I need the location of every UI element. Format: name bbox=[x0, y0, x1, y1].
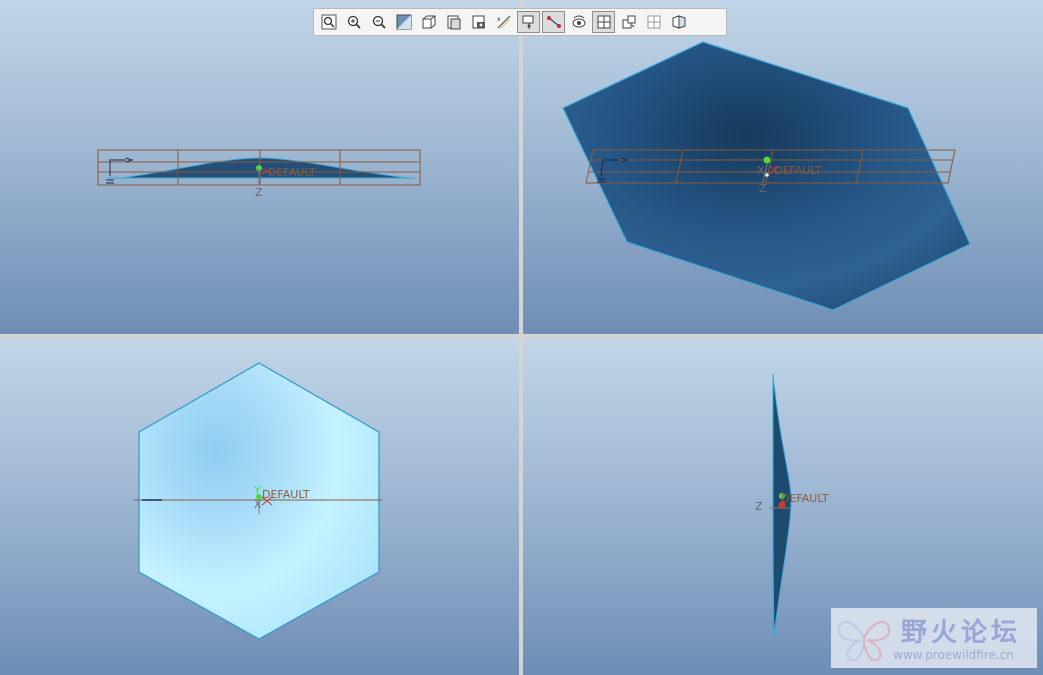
axis-z-label: Z bbox=[759, 182, 767, 195]
csys-label: DEFAULT bbox=[268, 166, 316, 179]
saved-views-icon bbox=[422, 15, 435, 29]
view-section-button[interactable] bbox=[667, 11, 690, 33]
refit-icon bbox=[321, 14, 336, 30]
coordinate-systems-icon bbox=[572, 15, 585, 28]
coordinate-systems-button[interactable] bbox=[567, 11, 590, 33]
datum-planes-button[interactable]: x bbox=[492, 11, 515, 33]
viewport-bottom-left[interactable]: DEFAULT Y X bbox=[0, 338, 519, 675]
watermark-url: www.proewildfire.cn bbox=[893, 648, 1014, 662]
axis-z-label: Z bbox=[255, 186, 263, 199]
display-style-button[interactable] bbox=[442, 11, 465, 33]
viewport-top-left[interactable]: DEFAULT Z bbox=[0, 0, 519, 334]
datum-points-button[interactable] bbox=[542, 11, 565, 33]
view-section-icon bbox=[672, 15, 685, 29]
datum-planes-icon: x bbox=[497, 15, 510, 29]
model-window: DEFAULT Z DEFAULT X Z DEFAULT Y X DEFAUL… bbox=[0, 0, 1043, 675]
butterfly-logo-icon bbox=[837, 621, 891, 662]
single-viewport-button[interactable] bbox=[642, 11, 665, 33]
view-manager-button[interactable] bbox=[467, 11, 490, 33]
datum-points-icon bbox=[546, 16, 561, 28]
part-edge-view bbox=[119, 157, 411, 179]
zoom-in-button[interactable] bbox=[342, 11, 365, 33]
watermark: 野火论坛 www.proewildfire.cn bbox=[831, 608, 1037, 668]
view-toolbar: x bbox=[313, 8, 727, 36]
zoom-out-button[interactable] bbox=[367, 11, 390, 33]
single-viewport-icon bbox=[647, 15, 660, 29]
axis-x-label: X bbox=[254, 498, 262, 511]
reorient-button[interactable] bbox=[392, 11, 415, 33]
view-manager-icon bbox=[472, 15, 485, 29]
csys-label: DEFAULT bbox=[262, 488, 310, 501]
spin-center-icon bbox=[622, 15, 635, 29]
refit-button[interactable] bbox=[317, 11, 340, 33]
axis-x-label: X bbox=[757, 164, 765, 177]
datum-axes-icon bbox=[522, 15, 533, 29]
watermark-title: 野火论坛 bbox=[901, 618, 1022, 648]
axis-z-label: Z bbox=[755, 500, 763, 513]
multi-viewport-button[interactable] bbox=[592, 11, 615, 33]
viewport-top-right[interactable]: DEFAULT X Z bbox=[523, 0, 1043, 334]
display-style-icon bbox=[447, 15, 460, 30]
multi-viewport-icon bbox=[597, 15, 610, 29]
datum-axes-button[interactable] bbox=[517, 11, 540, 33]
csys-label: DEFAULT bbox=[781, 492, 829, 505]
reorient-icon bbox=[396, 14, 411, 30]
svg-text:x: x bbox=[497, 16, 501, 23]
axis-y-label: Y bbox=[253, 484, 261, 497]
zoom-in-icon bbox=[347, 15, 361, 29]
spin-center-button[interactable] bbox=[617, 11, 640, 33]
csys-label: DEFAULT bbox=[774, 164, 822, 177]
zoom-out-icon bbox=[372, 15, 386, 29]
saved-views-button[interactable] bbox=[417, 11, 440, 33]
